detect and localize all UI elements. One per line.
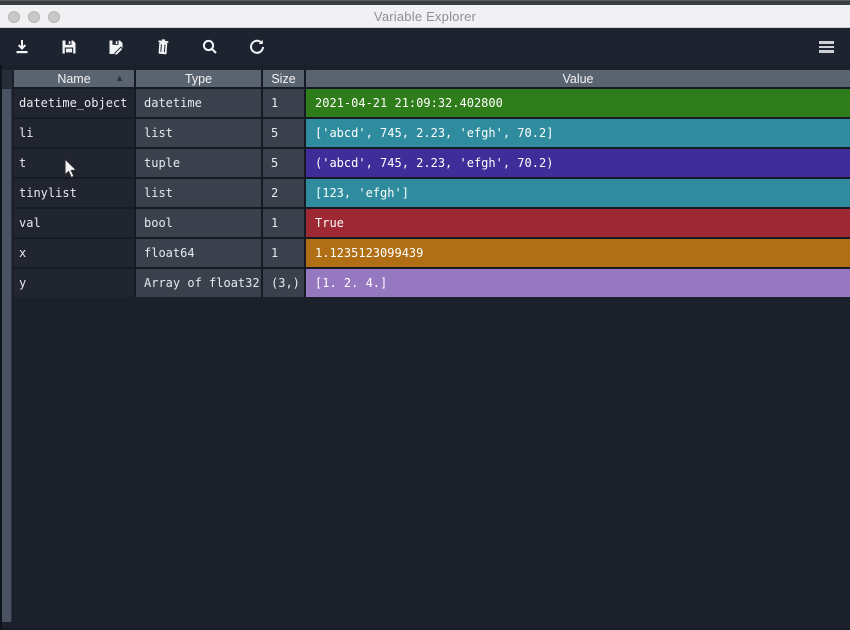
import-data-button[interactable] — [10, 35, 34, 59]
window-title: Variable Explorer — [0, 9, 850, 24]
row-tinylist-type-cell[interactable]: list — [136, 179, 261, 207]
screen: Variable Explorer — [0, 0, 850, 630]
column-header-type[interactable]: Type — [136, 70, 261, 87]
row-datetime_object-name-cell[interactable]: datetime_object — [14, 89, 134, 117]
row-li-size-cell[interactable]: 5 — [263, 119, 304, 147]
traffic-light-buttons — [8, 11, 60, 23]
variables-table: Name ▲ Type Size Value datetime_objectda… — [14, 70, 850, 297]
row-y-name-cell[interactable]: y — [14, 269, 134, 297]
row-tinylist-size-cell[interactable]: 2 — [263, 179, 304, 207]
refresh-icon — [248, 38, 266, 56]
save-data-button[interactable] — [57, 35, 81, 59]
remove-all-variables-button[interactable] — [151, 35, 175, 59]
row-li-name-cell[interactable]: li — [14, 119, 134, 147]
row-t-type-cell[interactable]: tuple — [136, 149, 261, 177]
row-y-value-cell[interactable]: [1. 2. 4.] — [306, 269, 850, 297]
row-header-strip — [2, 89, 12, 622]
row-t-name-cell[interactable]: t — [14, 149, 134, 177]
row-li-type-cell[interactable]: list — [136, 119, 261, 147]
row-header-corner — [2, 70, 12, 89]
import-data-icon — [13, 38, 31, 56]
row-t-value-cell[interactable]: ('abcd', 745, 2.23, 'efgh', 70.2) — [306, 149, 850, 177]
row-t-size-cell[interactable]: 5 — [263, 149, 304, 177]
trash-icon — [154, 38, 172, 56]
window-titlebar[interactable]: Variable Explorer — [0, 5, 850, 28]
row-y-type-cell[interactable]: Array of float32 — [136, 269, 261, 297]
save-data-icon — [60, 38, 78, 56]
sort-ascending-icon: ▲ — [115, 73, 124, 83]
column-header-value-label: Value — [562, 72, 593, 86]
row-datetime_object-value-cell[interactable]: 2021-04-21 21:09:32.402800 — [306, 89, 850, 117]
column-header-name[interactable]: Name ▲ — [14, 70, 134, 87]
row-datetime_object-size-cell[interactable]: 1 — [263, 89, 304, 117]
row-val-name-cell[interactable]: val — [14, 209, 134, 237]
column-header-type-label: Type — [185, 72, 212, 86]
row-x-type-cell[interactable]: float64 — [136, 239, 261, 267]
toolbar — [0, 28, 850, 65]
save-data-as-icon — [107, 38, 125, 56]
column-header-name-label: Name — [57, 72, 90, 86]
column-header-size[interactable]: Size — [263, 70, 304, 87]
row-datetime_object-type-cell[interactable]: datetime — [136, 89, 261, 117]
row-li-value-cell[interactable]: ['abcd', 745, 2.23, 'efgh', 70.2] — [306, 119, 850, 147]
row-y-size-cell[interactable]: (3,) — [263, 269, 304, 297]
close-button[interactable] — [8, 11, 20, 23]
column-header-size-label: Size — [271, 72, 295, 86]
column-header-value[interactable]: Value — [306, 70, 850, 87]
row-x-size-cell[interactable]: 1 — [263, 239, 304, 267]
search-button[interactable] — [198, 35, 222, 59]
refresh-button[interactable] — [245, 35, 269, 59]
save-data-as-button[interactable] — [104, 35, 128, 59]
options-menu-button[interactable] — [814, 35, 838, 59]
search-icon — [201, 38, 219, 56]
minimize-button[interactable] — [28, 11, 40, 23]
row-x-name-cell[interactable]: x — [14, 239, 134, 267]
zoom-button[interactable] — [48, 11, 60, 23]
row-x-value-cell[interactable]: 1.1235123099439 — [306, 239, 850, 267]
row-val-type-cell[interactable]: bool — [136, 209, 261, 237]
options-menu-icon — [819, 41, 834, 53]
row-val-size-cell[interactable]: 1 — [263, 209, 304, 237]
row-tinylist-value-cell[interactable]: [123, 'efgh'] — [306, 179, 850, 207]
row-tinylist-name-cell[interactable]: tinylist — [14, 179, 134, 207]
row-val-value-cell[interactable]: True — [306, 209, 850, 237]
